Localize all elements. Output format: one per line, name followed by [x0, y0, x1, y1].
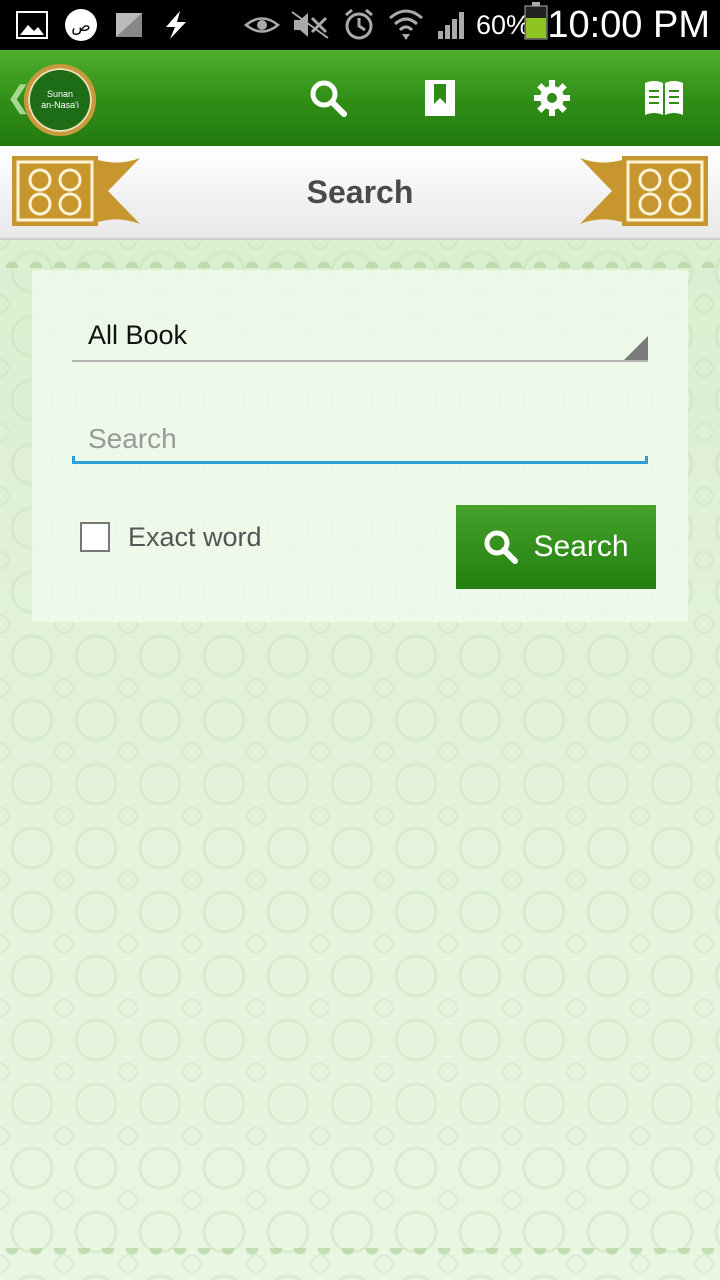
- alarm-icon: [342, 8, 376, 40]
- gear-icon[interactable]: [526, 72, 578, 124]
- book-scope-dropdown[interactable]: All Book: [72, 314, 648, 362]
- logo-line-1: Sunan: [46, 89, 74, 99]
- search-input[interactable]: [72, 416, 648, 464]
- background-border-bottom: [0, 1248, 720, 1280]
- wifi-icon: [388, 9, 424, 40]
- mute-icon: [290, 10, 330, 40]
- status-bar: ص 60% 10:00 PM: [0, 0, 720, 50]
- page-header: Search: [0, 146, 720, 240]
- dropdown-arrow-icon: [624, 336, 648, 360]
- search-icon[interactable]: [302, 72, 354, 124]
- app-notification-icon: ص: [64, 9, 98, 41]
- background-border-top: [0, 240, 720, 268]
- logo-line-2: an-Nasa'i: [41, 100, 79, 110]
- bookmark-icon[interactable]: [414, 72, 466, 124]
- eye-icon: [244, 10, 280, 40]
- gallery-icon: [16, 10, 48, 40]
- app-bar: ❮ Sunan an-Nasa'i: [0, 50, 720, 146]
- book-icon[interactable]: [638, 72, 690, 124]
- exact-word-label[interactable]: Exact word: [128, 522, 262, 553]
- screenshot-icon: [114, 10, 144, 40]
- search-icon: [484, 530, 519, 564]
- flash-icon: [160, 10, 192, 40]
- input-underline-tick-left: [72, 456, 75, 464]
- clock: 10:00 PM: [547, 4, 710, 46]
- exact-word-checkbox[interactable]: [80, 522, 110, 552]
- battery-percent: 60%: [476, 10, 531, 40]
- search-panel: All Book Exact word Search: [32, 270, 688, 622]
- signal-icon: [436, 10, 470, 40]
- app-logo[interactable]: Sunan an-Nasa'i: [24, 64, 96, 136]
- search-button-label: Search: [533, 530, 629, 563]
- ornament-right-icon: [578, 156, 708, 226]
- input-underline-tick-right: [645, 456, 648, 464]
- search-submit-button[interactable]: Search: [456, 505, 656, 589]
- dropdown-selected-value: All Book: [88, 320, 188, 350]
- svg-text:ص: ص: [71, 16, 90, 36]
- battery-icon: [524, 2, 548, 40]
